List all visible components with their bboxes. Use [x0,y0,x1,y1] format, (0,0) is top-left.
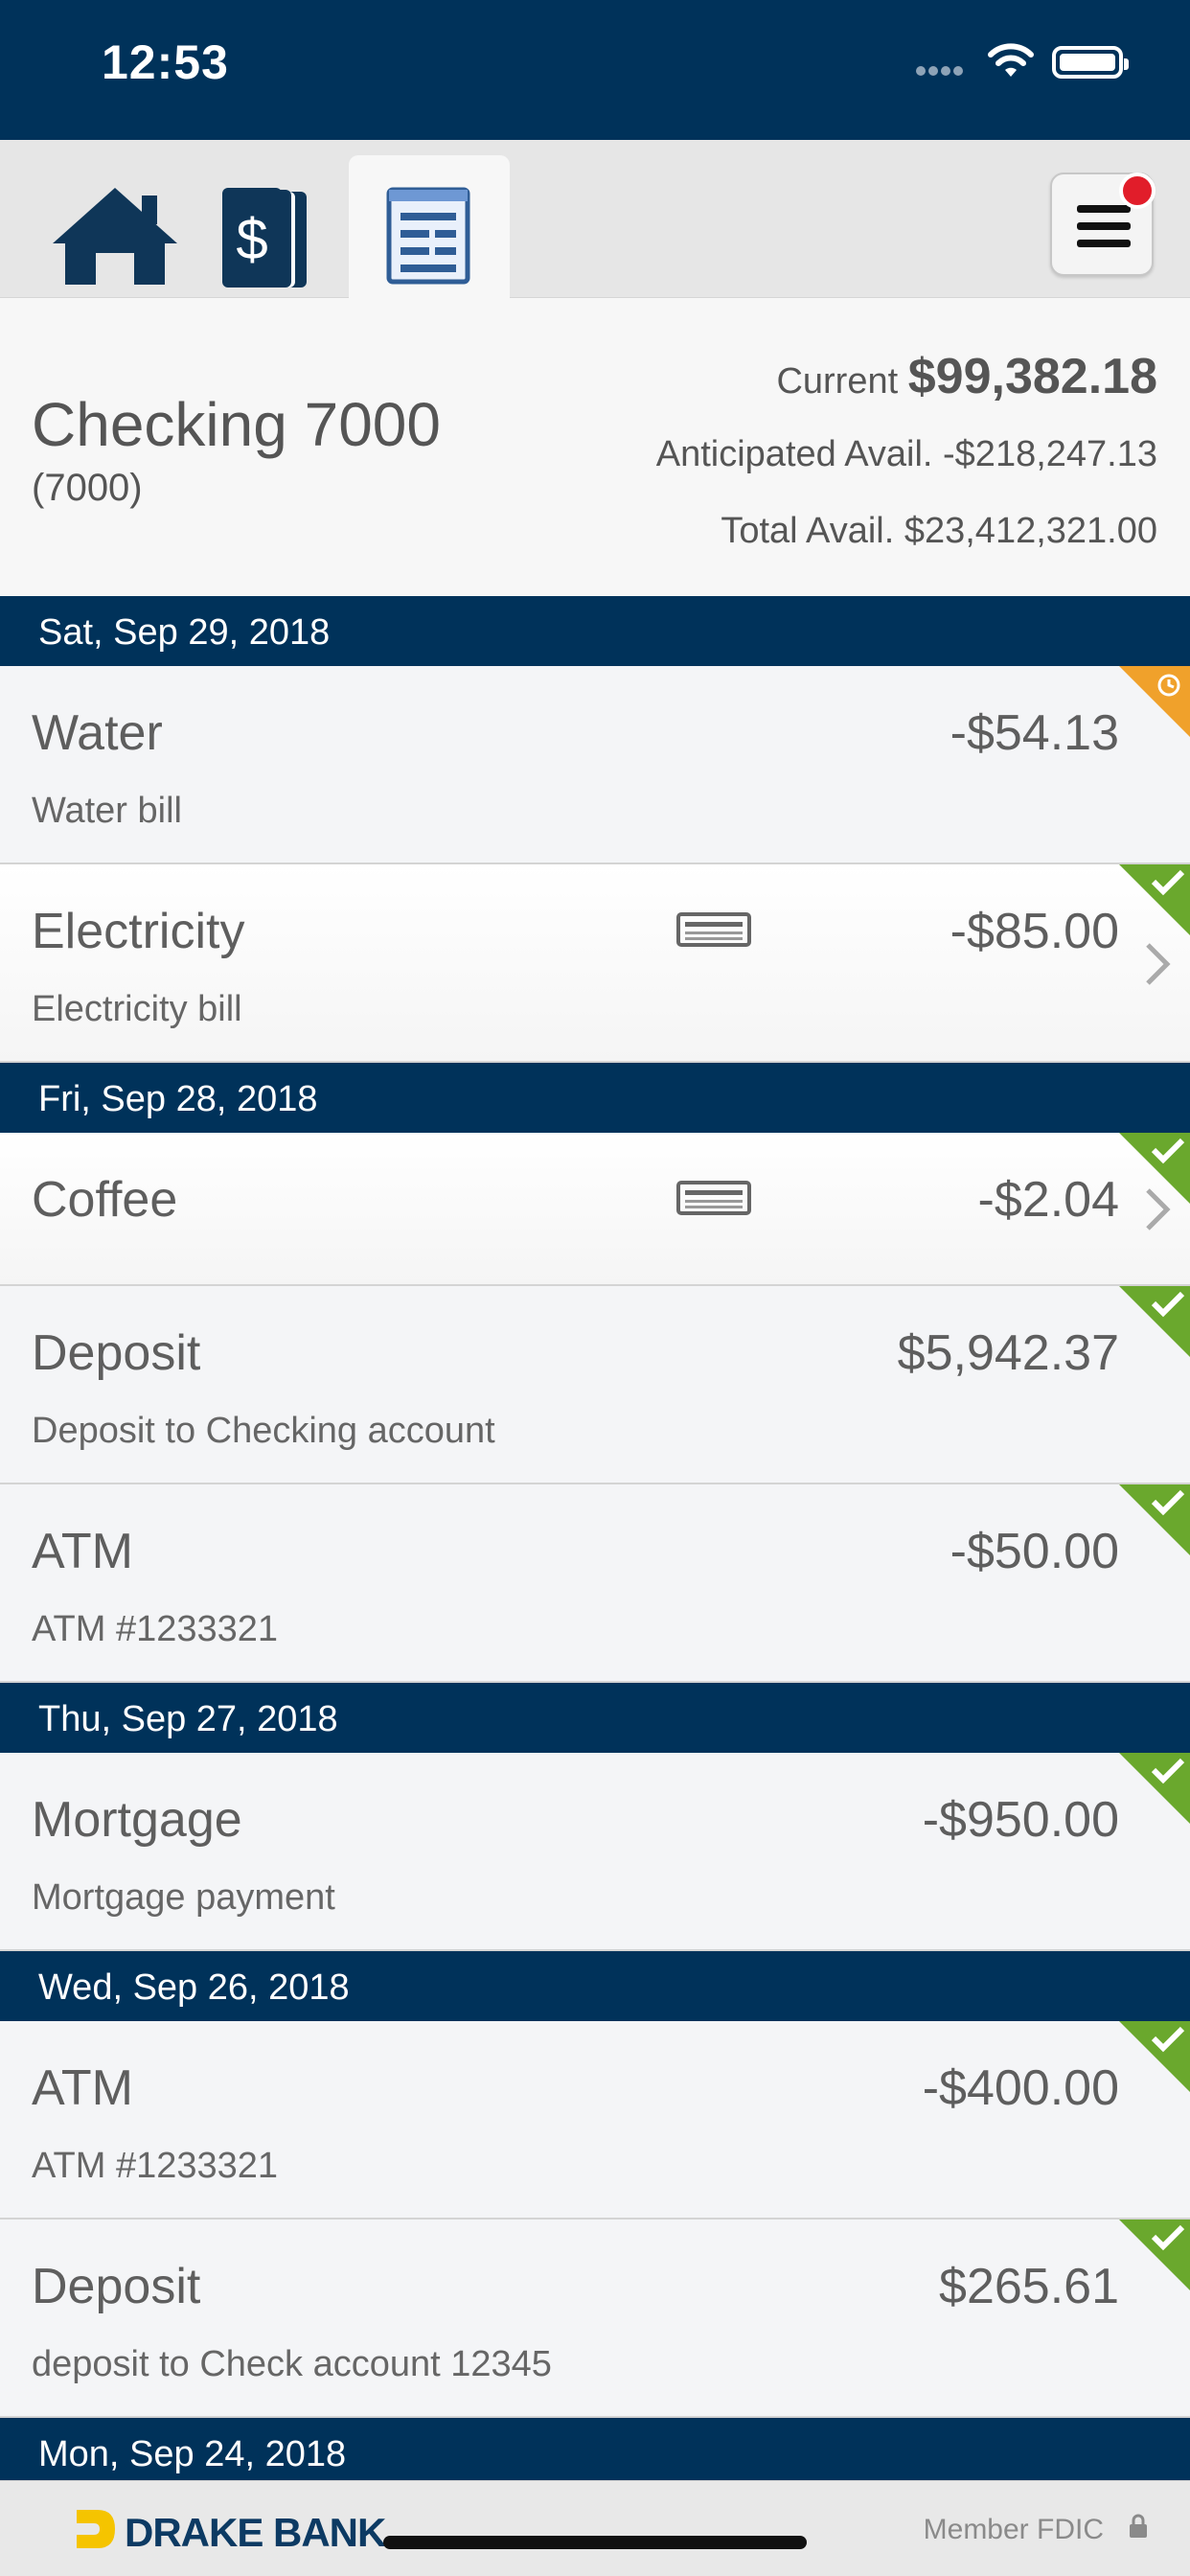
tab-register[interactable] [349,155,510,298]
account-name: Checking 7000 [32,390,441,459]
top-nav: $ [0,140,1190,298]
total-available-balance: Total Avail. $23,412,321.00 [721,511,1157,551]
current-balance-amount: $99,382.18 [907,349,1157,404]
transaction-row[interactable]: Coffee -$2.04 [0,1133,1190,1286]
transaction-row[interactable]: Deposit Deposit to Checking account $5,9… [0,1286,1190,1484]
account-number: (7000) [32,467,143,509]
transaction-amount: -$85.00 [950,904,1119,959]
tab-home[interactable] [34,155,195,298]
transaction-title: Water [32,705,163,761]
register-list-icon [386,187,470,285]
transaction-row[interactable]: ATM ATM #1233321 -$400.00 [0,2021,1190,2220]
account-summary: Checking 7000 (7000) Current $99,382.18 … [0,298,1190,596]
date-header: Mon, Sep 24, 2018 [0,2418,1190,2480]
fdic-label: Member FDIC [923,2514,1104,2545]
cleared-check-icon [1119,2220,1190,2290]
date-header: Fri, Sep 28, 2018 [0,1063,1190,1133]
transaction-amount: -$50.00 [950,1524,1119,1579]
transaction-amount: -$2.04 [977,1172,1119,1228]
wifi-icon [988,43,1034,77]
transaction-row[interactable]: Water Water bill -$54.13 [0,666,1190,864]
transaction-row[interactable]: Deposit deposit to Check account 12345 $… [0,2220,1190,2418]
transaction-amount: $5,942.37 [897,1325,1119,1381]
transaction-row[interactable]: ATM ATM #1233321 -$50.00 [0,1484,1190,1683]
transaction-row[interactable]: Electricity Electricity bill -$85.00 [0,864,1190,1063]
transaction-title: Deposit [32,1325,201,1381]
transaction-amount: -$400.00 [922,2060,1119,2116]
footer: DRAKE BANK Member FDIC [0,2480,1190,2576]
card-icon [676,1181,751,1215]
transaction-description: deposit to Check account 12345 [32,2344,552,2384]
transaction-title: Deposit [32,2259,201,2314]
transaction-description: Mortgage payment [32,1877,335,1918]
home-indicator [383,2536,807,2549]
hamburger-menu-icon [1077,205,1131,213]
transaction-amount: -$950.00 [922,1792,1119,1848]
chevron-right-icon[interactable] [1144,941,1171,987]
accounts-dollar-icon: $ [222,188,307,288]
transaction-description: ATM #1233321 [32,1609,279,1649]
cleared-check-icon [1119,1753,1190,1824]
date-header: Wed, Sep 26, 2018 [0,1951,1190,2021]
transaction-title: Electricity [32,904,245,959]
current-balance: Current $99,382.18 [776,348,1157,405]
current-balance-label: Current [776,361,899,402]
chevron-right-icon[interactable] [1144,1186,1171,1232]
drake-bank-logo-icon [77,2510,115,2548]
date-header: Sat, Sep 29, 2018 [0,596,1190,666]
svg-text:$: $ [236,207,267,271]
notification-badge [1119,172,1156,209]
transaction-title: ATM [32,2060,133,2116]
transaction-title: ATM [32,1524,133,1579]
transaction-list[interactable]: Sat, Sep 29, 2018 Water Water bill -$54.… [0,596,1190,2480]
lock-icon [1130,2514,1147,2538]
cleared-check-icon [1119,2021,1190,2092]
transaction-description: Deposit to Checking account [32,1411,495,1451]
date-header: Thu, Sep 27, 2018 [0,1683,1190,1753]
anticipated-balance: Anticipated Avail. -$218,247.13 [655,434,1157,474]
cleared-check-icon [1119,1484,1190,1555]
tab-accounts[interactable]: $ [194,155,355,298]
home-icon [53,188,177,285]
brand-name: DRAKE BANK [125,2510,386,2555]
transaction-description: Water bill [32,791,182,831]
transaction-amount: $265.61 [939,2259,1119,2314]
cleared-check-icon [1119,864,1190,935]
transaction-description: ATM #1233321 [32,2146,279,2186]
transaction-title: Mortgage [32,1792,242,1848]
transaction-amount: -$54.13 [950,705,1119,761]
cleared-check-icon [1119,1286,1190,1357]
transaction-description: Electricity bill [32,989,242,1029]
battery-icon [1052,46,1129,79]
status-bar: 12:53 [0,0,1190,140]
card-icon [676,912,751,947]
transaction-title: Coffee [32,1172,178,1228]
transaction-row[interactable]: Mortgage Mortgage payment -$950.00 [0,1753,1190,1951]
cell-signal-icon [916,63,966,80]
pending-clock-icon [1119,666,1190,737]
status-time: 12:53 [102,35,229,89]
